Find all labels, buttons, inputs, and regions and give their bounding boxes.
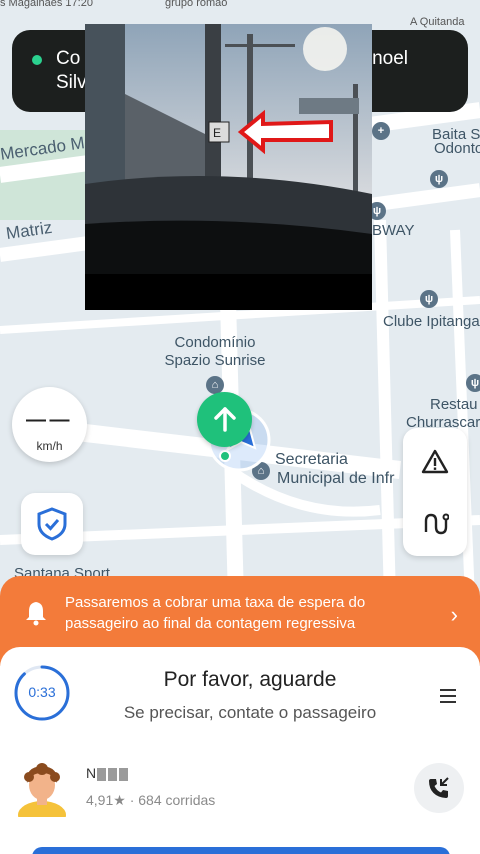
map-label-condominio-2: Spazio Sunrise [164, 352, 266, 369]
pharmacy-poi-icon: + [372, 122, 390, 140]
passenger-name: N [86, 765, 130, 781]
map-label-secretaria-2: Municipal de Infr [277, 470, 395, 487]
shield-icon [37, 507, 67, 541]
ride-status-sheet: 0:33 Por favor, aguarde Se precisar, con… [0, 647, 480, 854]
menu-icon[interactable] [440, 689, 456, 707]
route-options-button[interactable] [403, 494, 467, 554]
chevron-right-icon[interactable]: › [451, 602, 458, 628]
dashcam-photo: E [85, 24, 372, 310]
passenger-avatar [18, 763, 66, 817]
passenger-name-initial: N [86, 765, 98, 781]
call-passenger-button[interactable] [414, 763, 464, 813]
dashcam-image: E [85, 24, 372, 310]
map-label-condominio-1: Condomínio [174, 334, 256, 351]
map-label-bway: BWAY [372, 222, 415, 239]
map-actions-panel [403, 428, 467, 556]
status-right: A Quitanda [410, 16, 465, 28]
report-hazard-button[interactable] [403, 432, 467, 492]
map-label-secretaria-1: Secretaria [275, 451, 348, 468]
status-center: grupo romão [165, 0, 228, 9]
map-label-clube: Clube Ipitanga [383, 313, 480, 330]
phone-icon [429, 777, 449, 798]
speed-value: — — [26, 409, 70, 431]
restaurant-poi-icon: ψ [466, 374, 480, 392]
warning-icon [421, 449, 449, 474]
sheet-subtitle: Se precisar, contate o passageiro [123, 703, 377, 722]
svg-text:E: E [213, 126, 221, 140]
route-icon [424, 513, 449, 535]
restaurant-poi-icon: ψ [420, 290, 438, 308]
nav-instruction-second: Silv [56, 72, 87, 93]
nav-instruction-left: Co [56, 48, 81, 69]
speed-unit: km/h [36, 439, 63, 453]
notice-text: Passaremos a cobrar uma taxa de espera d… [65, 594, 366, 632]
restaurant-poi-icon: ψ [430, 170, 448, 188]
status-left: s Magalhães 17:20 [0, 0, 93, 9]
nav-status-dot [32, 55, 42, 65]
bell-icon [26, 602, 46, 626]
sheet-title: Por favor, aguarde [163, 668, 337, 691]
arrow-up-icon [214, 407, 236, 432]
speedometer: — — km/h [12, 387, 87, 462]
safety-shield-button[interactable] [21, 493, 83, 555]
map-label-restaurante-1: Restau [430, 396, 478, 413]
map-label-baita-2: Odonto [434, 140, 480, 157]
passenger-rating: 4,91★ · 684 corridas [86, 792, 216, 808]
status-bar: s Magalhães 17:20 grupo romão A Quitanda [0, 0, 480, 28]
primary-action-button[interactable] [32, 847, 450, 854]
nav-instruction-right: noel [372, 48, 408, 69]
start-navigation-button[interactable] [197, 392, 252, 447]
